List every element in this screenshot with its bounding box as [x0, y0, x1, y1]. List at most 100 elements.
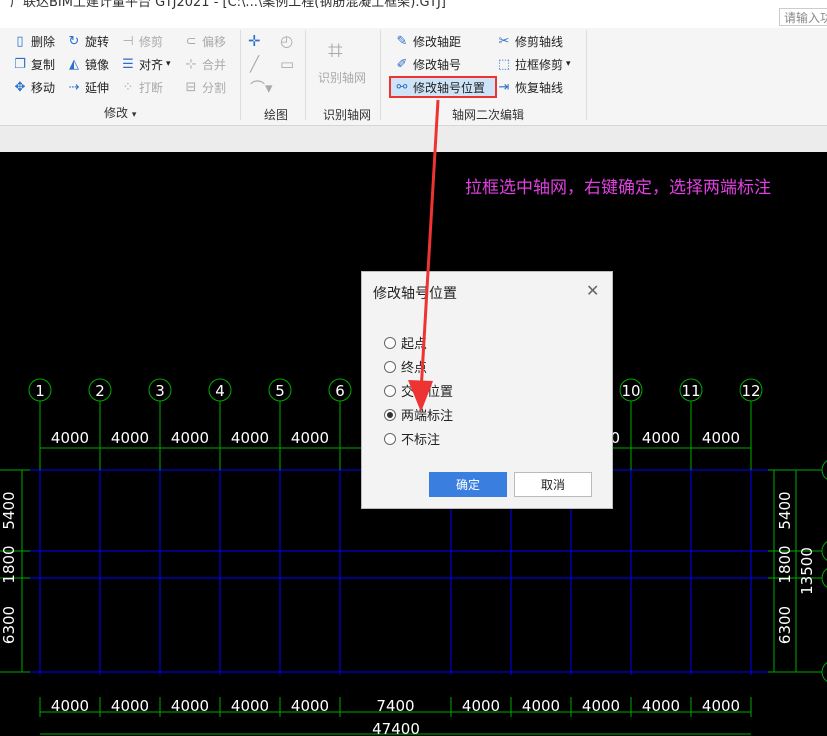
cancel-button[interactable]: 取消: [514, 472, 592, 497]
edit-spacing-button[interactable]: ✎ 修改轴距: [394, 32, 461, 50]
option-end[interactable]: 终点: [384, 357, 427, 376]
identify-grid-icon: ⌗: [328, 36, 343, 66]
scissors-icon: ✂: [498, 33, 510, 49]
modify-group-label[interactable]: 修改 ▾: [104, 104, 136, 121]
bottom-dimension-label: 4000: [291, 697, 329, 715]
mirror-icon: ◭: [69, 56, 79, 72]
trim-icon: ⊣: [122, 33, 134, 49]
circle-tool-icon[interactable]: ◴: [280, 32, 293, 50]
property-bar: [0, 125, 827, 152]
extend-icon: ⇢: [68, 79, 80, 95]
trim-axis-button[interactable]: ✂ 修剪轴线: [496, 32, 563, 50]
bottom-dimension-label: 4000: [51, 697, 89, 715]
bottom-dimension-label: 7400: [376, 697, 414, 715]
extend-button[interactable]: ⇢ 延伸: [66, 78, 109, 96]
break-button[interactable]: ⁘ 打断: [120, 78, 163, 96]
axis-number-label: 3: [155, 382, 165, 400]
copy-icon: ❐: [14, 56, 26, 72]
option-none[interactable]: 不标注: [384, 429, 440, 448]
grid-edit-group-label: 轴网二次编辑: [452, 108, 525, 122]
option-start[interactable]: 起点: [384, 333, 427, 352]
left-dimension-label: 1800: [0, 545, 18, 583]
top-dimension-label: 4000: [171, 429, 209, 447]
edit-number-icon: ✐: [396, 56, 408, 72]
offset-button[interactable]: ⊂ 偏移: [183, 32, 226, 50]
split-icon: ⊟: [185, 79, 197, 95]
axis-number-label: 4: [215, 382, 225, 400]
line-tool-icon[interactable]: ╱: [250, 55, 259, 73]
bottom-dimension-label: 4000: [171, 697, 209, 715]
restore-axis-icon: ⇥: [498, 79, 510, 95]
axis-letter-circle: [821, 662, 827, 682]
top-dimension-label: 4000: [642, 429, 680, 447]
rotate-button[interactable]: ↻ 旋转: [66, 32, 109, 50]
separator: [305, 30, 306, 120]
right-dimension-label: 1800: [776, 545, 794, 583]
axis-number-label: 11: [681, 382, 700, 400]
edit-axis-number-position-dialog: 修改轴号位置 ✕ 起点 终点 交换位置 两端标注 不标注 确定 取消: [361, 271, 613, 509]
bottom-dimension-label: 4000: [522, 697, 560, 715]
axis-number-label: 6: [335, 382, 345, 400]
rotate-icon: ↻: [68, 33, 80, 49]
trim-button[interactable]: ⊣ 修剪: [120, 32, 163, 50]
ok-button[interactable]: 确定: [429, 472, 507, 497]
axis-letter-circle: [821, 460, 827, 480]
rect-tool-icon[interactable]: ▭: [280, 55, 294, 73]
break-icon: ⁘: [122, 79, 134, 95]
merge-button[interactable]: ⊹ 合并: [183, 55, 226, 73]
radio-start[interactable]: [384, 336, 396, 349]
bottom-dimension-label: 4000: [462, 697, 500, 715]
axis-number-label: 12: [741, 382, 760, 400]
align-dropdown-icon: ▾: [166, 59, 171, 69]
highlight-frame: [389, 76, 497, 98]
offset-icon: ⊂: [185, 33, 197, 49]
identify-group-label: 识别轴网: [323, 108, 372, 122]
radio-end[interactable]: [384, 360, 396, 373]
window-title: 广联达BIM土建计量平台 GTJ2021 - [C:\...\案例工程(钢筋混凝…: [10, 0, 446, 10]
arc-tool-icon[interactable]: ⌒▾: [250, 78, 273, 97]
radio-none[interactable]: [384, 432, 396, 445]
move-icon: ✥: [14, 79, 26, 95]
axis-number-label: 2: [95, 382, 105, 400]
split-button[interactable]: ⊟ 分割: [183, 78, 226, 96]
edit-spacing-icon: ✎: [396, 33, 408, 49]
right-dimension-label: 6300: [776, 606, 794, 644]
left-dimension-label: 5400: [0, 491, 18, 529]
edit-number-button[interactable]: ✐ 修改轴号: [394, 55, 461, 73]
separator: [240, 30, 241, 120]
option-both-ends[interactable]: 两端标注: [384, 405, 453, 424]
bottom-dimension-label: 4000: [111, 697, 149, 715]
top-dimension-label: 4000: [291, 429, 329, 447]
bottom-total-label: 47400: [372, 720, 420, 736]
draw-group-label: 绘图: [264, 108, 289, 122]
delete-icon: ▯: [16, 33, 24, 49]
option-swap[interactable]: 交换位置: [384, 381, 453, 400]
close-icon[interactable]: ✕: [586, 281, 599, 300]
copy-button[interactable]: ❐ 复制: [12, 55, 55, 73]
dialog-title: 修改轴号位置: [373, 286, 457, 302]
bottom-dimension-label: 4000: [231, 697, 269, 715]
axis-number-label: 1: [35, 382, 45, 400]
box-trim-button[interactable]: ⬚ 拉框修剪 ▾: [496, 55, 571, 73]
top-dimension-label: 4000: [111, 429, 149, 447]
radio-both-ends[interactable]: [384, 408, 396, 421]
identify-grid-button[interactable]: 识别轴网: [318, 68, 366, 86]
delete-button[interactable]: ▯ 删除: [12, 32, 55, 50]
separator: [380, 30, 381, 120]
restore-axis-button[interactable]: ⇥ 恢复轴线: [496, 78, 563, 96]
axis-letter-circle: [821, 541, 827, 561]
box-trim-dropdown-icon: ▾: [566, 59, 571, 69]
move-button[interactable]: ✥ 移动: [12, 78, 55, 96]
mirror-button[interactable]: ◭ 镜像: [66, 55, 109, 73]
feature-search-input[interactable]: 请输入功能: [779, 8, 827, 26]
bottom-dimension-label: 4000: [582, 697, 620, 715]
left-dimension-label: 6300: [0, 606, 18, 644]
right-dimension-label: 5400: [776, 491, 794, 529]
box-trim-icon: ⬚: [497, 56, 511, 72]
instruction-text: 拉框选中轴网，右键确定，选择两端标注: [465, 178, 771, 198]
axis-letter-circle: [821, 568, 827, 588]
point-tool-icon[interactable]: ✛: [248, 32, 261, 50]
separator: [586, 30, 587, 120]
radio-swap[interactable]: [384, 384, 396, 397]
align-button[interactable]: ☰ 对齐 ▾: [120, 55, 171, 73]
